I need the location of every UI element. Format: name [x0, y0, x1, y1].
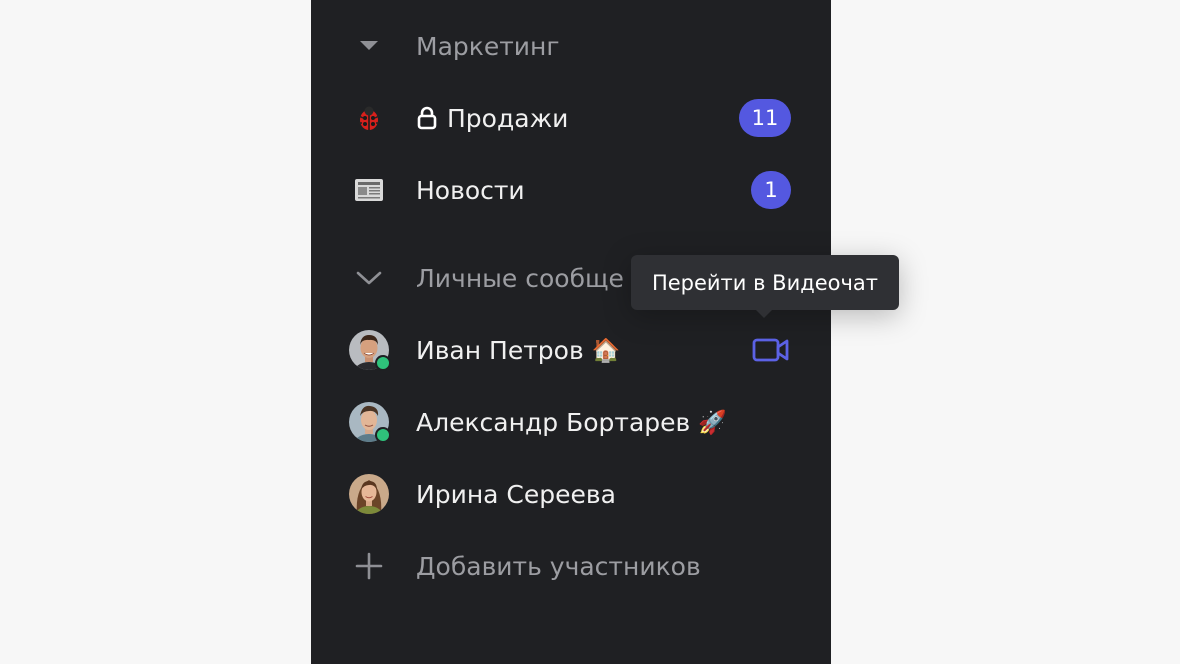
person-name: Ирина Сереева [416, 479, 616, 509]
video-chat-tooltip: Перейти в Видеочат [631, 255, 899, 318]
newspaper-icon [349, 170, 389, 210]
chevron-down-icon[interactable] [349, 258, 389, 298]
section-marketing[interactable]: Маркетинг [311, 18, 831, 74]
dm-alexander-bortarev[interactable]: Александр Бортарев 🚀 [311, 394, 831, 450]
add-members-button[interactable]: Добавить участников [311, 538, 831, 594]
unread-badge: 1 [751, 171, 791, 209]
caret-down-icon[interactable] [349, 26, 389, 66]
avatar [349, 402, 391, 443]
avatar [349, 474, 389, 514]
avatar-wrapper [349, 402, 391, 443]
add-members-label: Добавить участников [416, 551, 701, 581]
person-name: Александр Бортарев [416, 407, 691, 437]
online-status-dot [375, 427, 391, 443]
person-label: Иван Петров 🏠 [416, 322, 620, 378]
video-call-button[interactable] [751, 334, 791, 366]
section-title: Маркетинг [416, 31, 560, 61]
channel-name: Продажи [447, 103, 569, 133]
dm-ivan-petrov[interactable]: Иван Петров 🏠 [311, 322, 831, 378]
avatar-wrapper [349, 330, 391, 371]
house-icon: 🏠 [591, 337, 621, 364]
sidebar: Маркетинг Продажи 11 Новости 1 Личные со… [311, 0, 831, 664]
tooltip-text: Перейти в Видеочат [651, 270, 879, 295]
person-label: Александр Бортарев 🚀 [416, 394, 727, 450]
channel-label: Продажи [416, 90, 568, 146]
avatar-wrapper [349, 474, 389, 514]
dm-irina-sereeva[interactable]: Ирина Сереева [311, 466, 831, 522]
lock-icon [416, 106, 438, 130]
video-camera-icon [752, 337, 790, 363]
channel-sales[interactable]: Продажи 11 [311, 90, 831, 146]
rocket-icon: 🚀 [698, 409, 727, 436]
person-name: Иван Петров [416, 335, 584, 365]
channel-news[interactable]: Новости 1 [311, 162, 831, 218]
avatar [349, 330, 391, 371]
unread-badge: 11 [739, 99, 791, 137]
plus-icon [349, 546, 389, 586]
section-title: Личные сообще [416, 263, 624, 293]
ladybug-icon [349, 98, 389, 138]
online-status-dot [375, 355, 391, 371]
channel-name: Новости [416, 175, 525, 205]
